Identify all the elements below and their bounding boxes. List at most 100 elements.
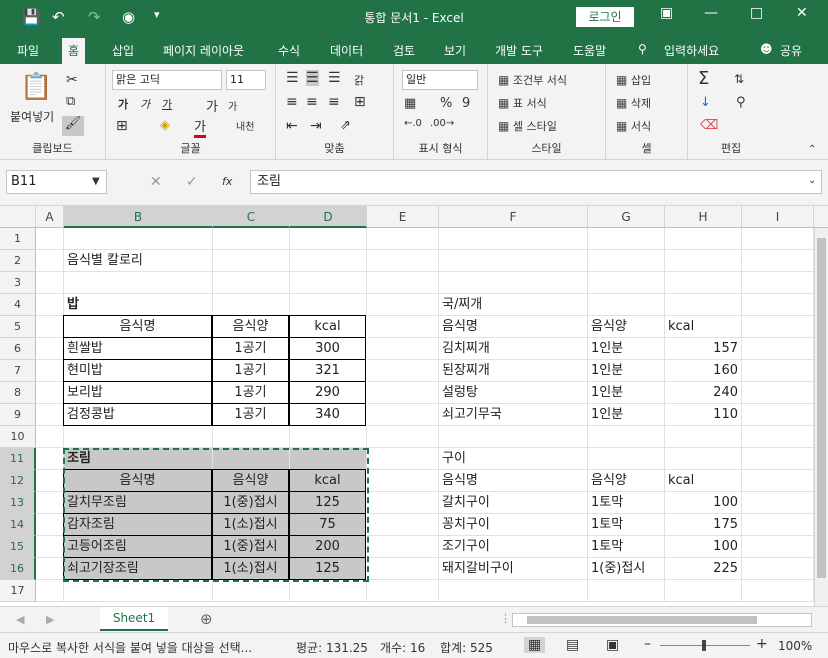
cell-i16[interactable] [742, 558, 814, 580]
cell-a3[interactable] [36, 272, 64, 294]
cell-a2[interactable] [36, 250, 64, 272]
cell-h13[interactable]: 100 [665, 492, 742, 514]
cell-e8[interactable] [367, 382, 439, 404]
cell-i15[interactable] [742, 536, 814, 558]
cell-d1[interactable] [290, 228, 367, 250]
cell-g16[interactable]: 1(중)접시 [588, 558, 665, 580]
cell-d17[interactable] [290, 580, 367, 602]
cell-a14[interactable] [36, 514, 64, 536]
cell-i13[interactable] [742, 492, 814, 514]
cell-f15[interactable]: 조기구이 [439, 536, 588, 558]
increase-indent-icon[interactable]: ⇥ [310, 118, 322, 134]
cell-i9[interactable] [742, 404, 814, 426]
cell-b12[interactable]: 음식명 [63, 469, 212, 492]
vertical-scroll-thumb[interactable] [817, 238, 826, 578]
cell-d8[interactable]: 290 [289, 381, 366, 404]
cell-a8[interactable] [36, 382, 64, 404]
cell-a12[interactable] [36, 470, 64, 492]
row-header-12[interactable]: 12 [0, 470, 36, 492]
cell-g11[interactable] [588, 448, 665, 470]
column-header-a[interactable]: A [36, 206, 64, 228]
horizontal-scrollbar[interactable] [512, 613, 812, 627]
clear-icon[interactable]: ⌫ [700, 118, 718, 133]
cell-a9[interactable] [36, 404, 64, 426]
accounting-format-icon[interactable]: ▦ [404, 96, 416, 111]
font-size-select[interactable]: 11 [226, 70, 266, 90]
zoom-in-icon[interactable]: + [756, 636, 768, 652]
cell-f10[interactable] [439, 426, 588, 448]
align-left-icon[interactable]: ≡ [286, 94, 298, 110]
cell-g12[interactable]: 음식양 [588, 470, 665, 492]
cell-c5[interactable]: 음식양 [212, 315, 289, 338]
cell-e13[interactable] [367, 492, 439, 514]
cell-h4[interactable] [665, 294, 742, 316]
wrap-text-button[interactable]: 갉 [354, 72, 364, 88]
cell-g4[interactable] [588, 294, 665, 316]
cell-styles-button[interactable]: ▦ 셀 스타일 [498, 118, 557, 134]
horizontal-scroll-thumb[interactable] [527, 616, 757, 624]
align-bottom-icon[interactable]: ☰ [328, 70, 341, 86]
delete-cells-button[interactable]: ▦ 삭제 [616, 95, 651, 111]
cell-g13[interactable]: 1토막 [588, 492, 665, 514]
italic-button[interactable]: 가 [140, 96, 150, 112]
sheet-split-icon[interactable]: ⋮ [500, 612, 511, 625]
tab-help[interactable]: 도움말 [573, 42, 606, 59]
cell-e16[interactable] [367, 558, 439, 580]
insert-cells-button[interactable]: ▦ 삽입 [616, 72, 651, 88]
cell-b6[interactable]: 흰쌀밥 [63, 337, 212, 360]
cell-c1[interactable] [213, 228, 290, 250]
cell-d7[interactable]: 321 [289, 359, 366, 382]
row-header-6[interactable]: 6 [0, 338, 36, 360]
cell-i3[interactable] [742, 272, 814, 294]
cell-h6[interactable]: 157 [665, 338, 742, 360]
tab-page-layout[interactable]: 페이지 레이아웃 [163, 42, 244, 59]
cell-d5[interactable]: kcal [289, 315, 366, 338]
cell-e9[interactable] [367, 404, 439, 426]
tab-file[interactable]: 파일 [17, 42, 39, 59]
cell-d13[interactable]: 125 [289, 491, 366, 514]
cell-c12[interactable]: 음식양 [212, 469, 289, 492]
cell-a17[interactable] [36, 580, 64, 602]
tell-me-search[interactable]: 입력하세요 [664, 42, 719, 59]
cell-i11[interactable] [742, 448, 814, 470]
cell-e10[interactable] [367, 426, 439, 448]
tab-formulas[interactable]: 수식 [278, 42, 300, 59]
cell-h2[interactable] [665, 250, 742, 272]
ribbon-display-icon[interactable]: ▣ [660, 5, 673, 21]
format-cells-button[interactable]: ▦ 서식 [616, 118, 651, 134]
cell-c2[interactable] [213, 250, 290, 272]
add-sheet-icon[interactable]: ⊕ [200, 610, 213, 628]
cell-c16[interactable]: 1(소)접시 [212, 557, 289, 580]
row-header-3[interactable]: 3 [0, 272, 36, 294]
tab-review[interactable]: 검토 [393, 42, 415, 59]
cell-d10[interactable] [290, 426, 367, 448]
row-header-1[interactable]: 1 [0, 228, 36, 250]
row-header-13[interactable]: 13 [0, 492, 36, 514]
cell-c13[interactable]: 1(중)접시 [212, 491, 289, 514]
select-all-corner[interactable] [0, 206, 36, 228]
scrollbar-top[interactable] [814, 206, 828, 228]
page-break-view-icon[interactable]: ▣ [606, 637, 619, 653]
cell-h9[interactable]: 110 [665, 404, 742, 426]
row-header-11[interactable]: 11 [0, 448, 36, 470]
cell-g15[interactable]: 1토막 [588, 536, 665, 558]
fill-color-icon[interactable]: ◈ [160, 118, 170, 133]
row-header-14[interactable]: 14 [0, 514, 36, 536]
column-header-i[interactable]: I [742, 206, 814, 228]
vertical-scrollbar[interactable] [814, 228, 828, 606]
cell-d9[interactable]: 340 [289, 403, 366, 426]
cell-g6[interactable]: 1인분 [588, 338, 665, 360]
cell-g9[interactable]: 1인분 [588, 404, 665, 426]
align-right-icon[interactable]: ≡ [328, 94, 340, 110]
cell-e1[interactable] [367, 228, 439, 250]
cell-b7[interactable]: 현미밥 [63, 359, 212, 382]
align-top-icon[interactable]: ☰ [286, 70, 299, 86]
column-header-f[interactable]: F [439, 206, 588, 228]
zoom-out-icon[interactable]: – [644, 636, 651, 652]
cell-g10[interactable] [588, 426, 665, 448]
cell-c7[interactable]: 1공기 [212, 359, 289, 382]
cell-g14[interactable]: 1토막 [588, 514, 665, 536]
cell-d12[interactable]: kcal [289, 469, 366, 492]
enter-icon[interactable]: ✓ [186, 174, 198, 190]
row-header-17[interactable]: 17 [0, 580, 36, 602]
